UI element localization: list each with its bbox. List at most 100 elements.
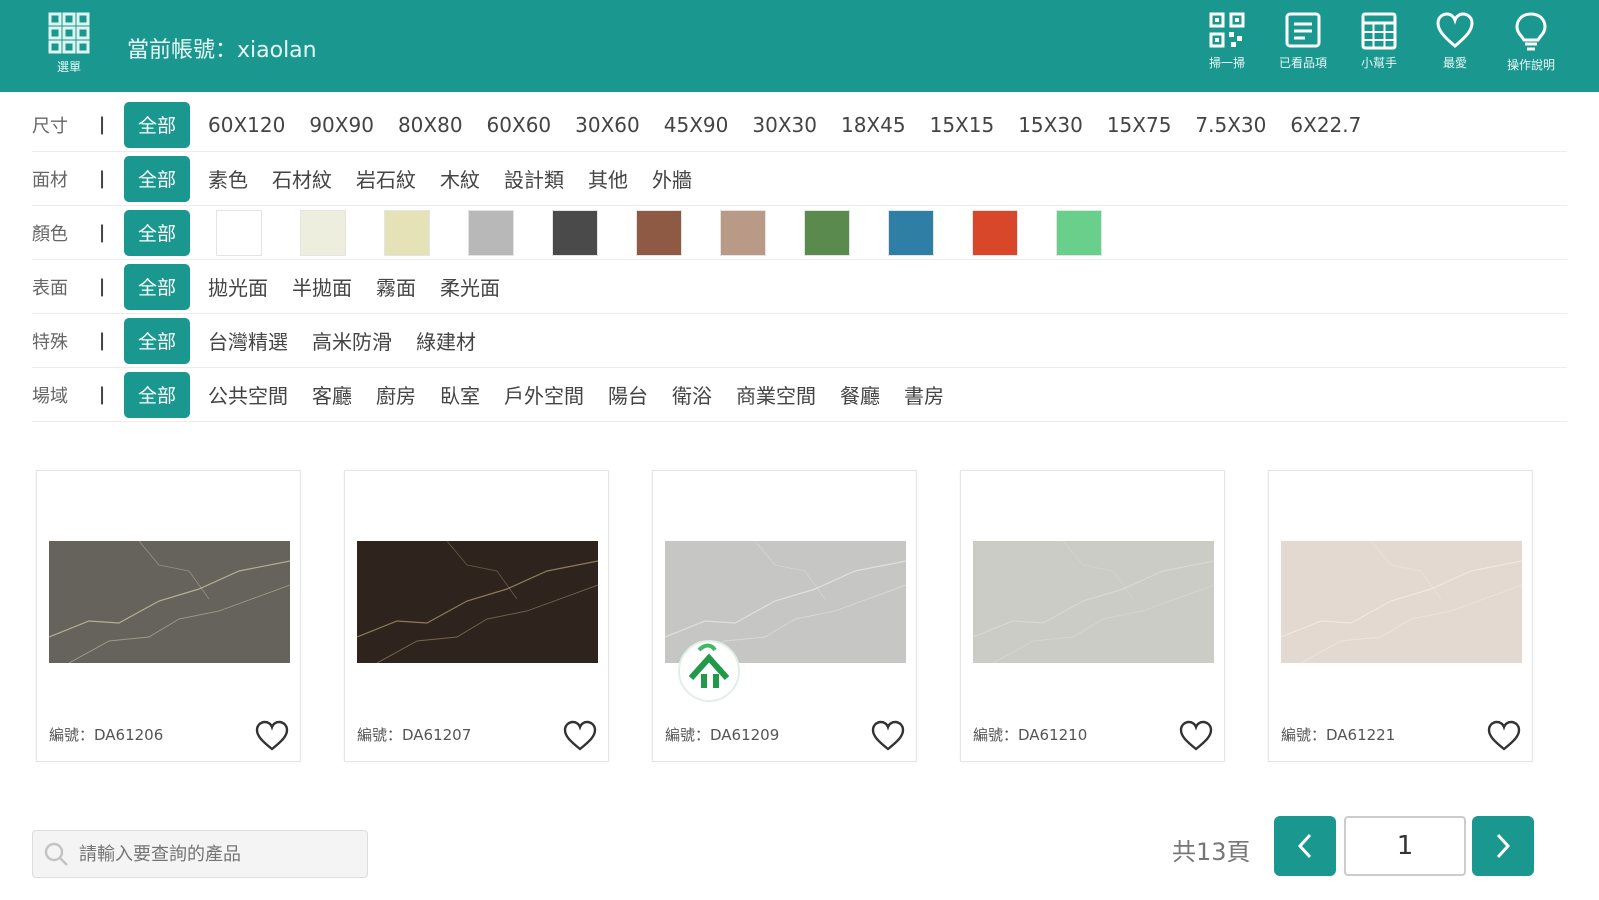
filter-option[interactable]: 18X45 (829, 113, 918, 137)
filter-option[interactable]: 商業空間 (724, 380, 828, 409)
filter-option[interactable]: 15X15 (918, 113, 1007, 137)
lightbulb-icon (1515, 12, 1547, 51)
color-swatch[interactable] (804, 209, 850, 256)
favorite-heart-icon[interactable] (870, 719, 906, 753)
filter-option[interactable]: 戶外空間 (492, 380, 596, 409)
color-swatch[interactable] (216, 209, 262, 256)
top-bar: 選單 當前帳號：xiaolan 掃一掃 已看品項 小幫手 最愛 操作說明 (0, 0, 1599, 92)
filter-separator: | (98, 114, 106, 135)
color-swatch[interactable] (552, 209, 598, 256)
filter-row-material: 面材 | 全部 素色 石材紋 岩石紋 木紋 設計類 其他 外牆 (32, 152, 1567, 206)
favorites-button[interactable]: 最愛 (1417, 12, 1493, 73)
filter-label: 表面 (32, 277, 68, 299)
filter-option[interactable]: 霧面 (364, 272, 428, 301)
search-box[interactable] (32, 830, 368, 878)
color-swatch[interactable] (468, 209, 514, 256)
filter-option[interactable]: 餐廳 (828, 380, 892, 409)
filter-option[interactable]: 60X120 (196, 113, 297, 137)
filter-option[interactable]: 陽台 (596, 380, 660, 409)
color-swatch[interactable] (384, 209, 430, 256)
product-card[interactable]: 編號：DA61209 (652, 470, 917, 762)
filter-option[interactable]: 30X30 (740, 113, 829, 137)
color-swatch[interactable] (720, 209, 766, 256)
filter-option[interactable]: 木紋 (428, 164, 492, 193)
favorite-heart-icon[interactable] (1178, 719, 1214, 753)
scan-button[interactable]: 掃一掃 (1189, 12, 1265, 73)
heart-icon (1436, 12, 1474, 48)
filter-option[interactable]: 其他 (576, 164, 640, 193)
menu-button[interactable]: 選單 (44, 12, 94, 78)
filter-option[interactable]: 80X80 (386, 113, 475, 137)
filter-option[interactable]: 客廳 (300, 380, 364, 409)
filter-option[interactable]: 臥室 (428, 380, 492, 409)
filter-option[interactable]: 45X90 (652, 113, 741, 137)
filter-option[interactable]: 15X75 (1095, 113, 1184, 137)
grid-menu-icon (48, 12, 90, 54)
filter-option[interactable]: 岩石紋 (344, 164, 428, 193)
filter-option[interactable]: 綠建材 (404, 326, 488, 355)
tile-image (357, 541, 598, 663)
filter-option[interactable]: 90X90 (297, 113, 386, 137)
tile-image (49, 541, 290, 663)
filter-all-button[interactable]: 全部 (124, 317, 190, 364)
filter-option[interactable]: 台灣精選 (196, 326, 300, 355)
color-swatch[interactable] (1056, 209, 1102, 256)
filter-panel: 尺寸 | 全部 60X120 90X90 80X80 60X60 30X60 4… (32, 98, 1567, 422)
calculator-icon (1361, 12, 1397, 50)
filter-all-button[interactable]: 全部 (124, 263, 190, 310)
favorite-heart-icon[interactable] (254, 719, 290, 753)
color-swatch[interactable] (972, 209, 1018, 256)
filter-option[interactable]: 30X60 (563, 113, 652, 137)
filter-all-button[interactable]: 全部 (124, 371, 190, 418)
search-input[interactable] (79, 843, 339, 865)
product-code: 編號：DA61221 (1281, 726, 1396, 744)
filter-row-surface: 表面 | 全部 拋光面 半拋面 霧面 柔光面 (32, 260, 1567, 314)
filter-option[interactable]: 素色 (196, 164, 260, 193)
filter-row-color: 顏色 | 全部 (32, 206, 1567, 260)
next-page-button[interactable] (1472, 816, 1534, 876)
filter-all-button[interactable]: 全部 (124, 155, 190, 202)
favorite-heart-icon[interactable] (562, 719, 598, 753)
prev-page-button[interactable] (1274, 816, 1336, 876)
color-swatch[interactable] (888, 209, 934, 256)
product-card[interactable]: 編號：DA61210 (960, 470, 1225, 762)
filter-option[interactable]: 設計類 (492, 164, 576, 193)
filter-option[interactable]: 衛浴 (660, 380, 724, 409)
help-button[interactable]: 操作說明 (1493, 12, 1569, 73)
filter-all-button[interactable]: 全部 (124, 101, 190, 148)
product-card[interactable]: 編號：DA61207 (344, 470, 609, 762)
filter-option[interactable]: 柔光面 (428, 272, 512, 301)
favorite-heart-icon[interactable] (1486, 719, 1522, 753)
filter-option[interactable]: 拋光面 (196, 272, 280, 301)
filter-option[interactable]: 廚房 (364, 380, 428, 409)
helper-button[interactable]: 小幫手 (1341, 12, 1417, 73)
product-code: 編號：DA61209 (665, 726, 780, 744)
filter-option[interactable]: 半拋面 (280, 272, 364, 301)
filter-all-button[interactable]: 全部 (124, 209, 190, 256)
filter-option[interactable]: 外牆 (640, 164, 704, 193)
filter-row-area: 場域 | 全部 公共空間 客廳 廚房 臥室 戶外空間 陽台 衛浴 商業空間 餐廳… (32, 368, 1567, 422)
tool-label: 已看品項 (1278, 56, 1327, 70)
filter-option[interactable]: 高米防滑 (300, 326, 404, 355)
filter-label: 特殊 (32, 331, 68, 353)
filter-option[interactable]: 6X22.7 (1278, 113, 1373, 137)
filter-row-size: 尺寸 | 全部 60X120 90X90 80X80 60X60 30X60 4… (32, 98, 1567, 152)
product-card[interactable]: 編號：DA61221 (1268, 470, 1533, 762)
filter-option[interactable]: 15X30 (1006, 113, 1095, 137)
current-account: 當前帳號：xiaolan (127, 38, 317, 63)
color-swatch[interactable] (636, 209, 682, 256)
filter-option[interactable]: 公共空間 (196, 380, 300, 409)
color-swatch[interactable] (300, 209, 346, 256)
filter-option[interactable]: 石材紋 (260, 164, 344, 193)
filter-separator: | (98, 384, 106, 405)
product-code: 編號：DA61206 (49, 726, 164, 744)
total-pages: 共13頁 (1172, 838, 1251, 866)
list-icon (1285, 12, 1321, 48)
page-number-input[interactable]: 1 (1344, 816, 1466, 876)
filter-option[interactable]: 7.5X30 (1183, 113, 1278, 137)
product-card[interactable]: 編號：DA61206 (36, 470, 301, 762)
tool-label: 掃一掃 (1208, 56, 1245, 70)
filter-option[interactable]: 60X60 (475, 113, 564, 137)
viewed-items-button[interactable]: 已看品項 (1265, 12, 1341, 73)
filter-option[interactable]: 書房 (892, 380, 956, 409)
